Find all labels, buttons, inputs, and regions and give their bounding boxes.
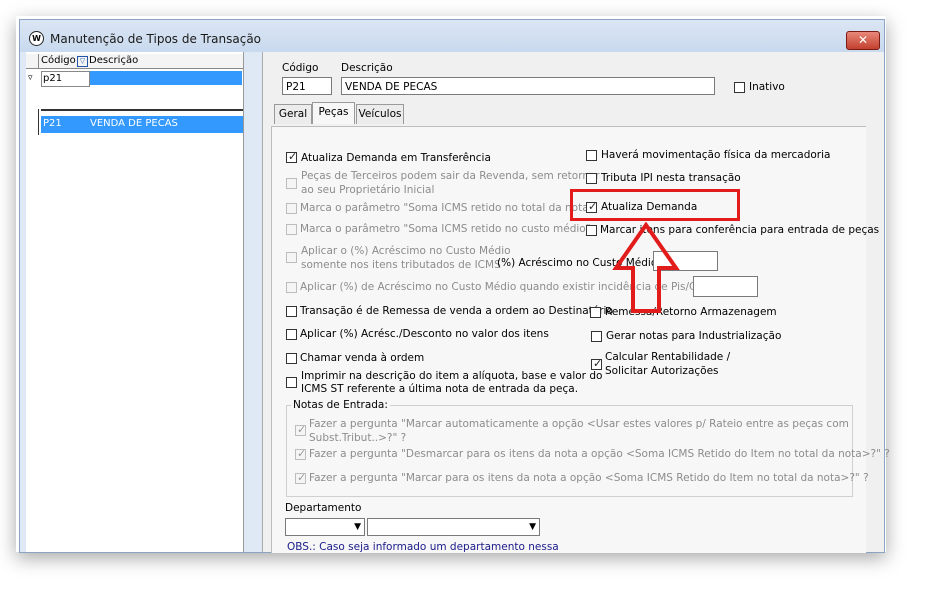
filter-codigo-input[interactable]: p21 [41, 71, 90, 87]
filter-descricao-input[interactable] [90, 71, 242, 85]
row-descricao: VENDA DE PECAS [90, 118, 178, 129]
movimentacao-label: Haverá movimentação física da mercadoria [601, 149, 831, 161]
aplicar-acresc-label-2: somente nos itens tributados de ICMS [301, 259, 501, 271]
calcular-label-2: Solicitar Autorizações [605, 365, 719, 377]
codigo-label: Código [282, 62, 319, 74]
nota-1-checkbox[interactable]: ✓ [295, 423, 306, 436]
aplicar-acresc-checkbox[interactable] [286, 252, 297, 263]
codigo-field[interactable]: P21 [282, 77, 332, 95]
chevron-down-icon: ▼ [529, 522, 536, 532]
arrow-up-icon [612, 222, 680, 313]
movimentacao-checkbox[interactable] [586, 150, 597, 161]
aplicar-pis-input[interactable] [693, 276, 758, 297]
filter-row: ▿ p21 [26, 70, 243, 87]
window-title: Manutenção de Tipos de Transação [50, 32, 262, 46]
title-bar[interactable]: W Manutenção de Tipos de Transação ✕ [20, 20, 884, 52]
inativo-checkbox[interactable] [734, 82, 745, 93]
gerar-notas-label: Gerar notas para Industrialização [606, 330, 782, 342]
departamento-label: Departamento [285, 502, 362, 514]
pecas-terceiros-checkbox[interactable] [286, 178, 297, 189]
marca-soma-custo-label: Marca o parâmetro "Soma ICMS retido no c… [300, 223, 594, 235]
atualiza-transf-label: Atualiza Demanda em Transferência [301, 152, 491, 164]
inativo-label: Inativo [749, 81, 785, 93]
calcular-checkbox[interactable]: ✓ [591, 357, 602, 370]
imprimir-label-2: ICMS ST referente a última nota de entra… [301, 383, 579, 395]
pecas-terceiros-label-1: Peças de Terceiros podem sair da Revenda… [301, 170, 600, 182]
pecas-terceiros-label-2: ao seu Proprietário Inicial [301, 184, 435, 196]
marcar-conferencia-checkbox[interactable] [586, 225, 597, 236]
row-indicator [28, 109, 39, 135]
departamento-obs: OBS.: Caso seja informado um departament… [287, 541, 559, 553]
remessa-armazenagem-checkbox[interactable] [590, 307, 601, 318]
table-row[interactable]: P21 VENDA DE PECAS [41, 116, 243, 133]
descricao-field[interactable]: VENDA DE PECAS [341, 77, 715, 95]
nota-2-checkbox[interactable]: ✓ [295, 447, 306, 460]
row-indicator-header [28, 54, 39, 68]
col-header-descricao[interactable]: Descrição [89, 54, 138, 68]
transaction-list: Código ▽ Descrição ▿ p21 P21 VENDA DE PE… [26, 52, 244, 552]
imprimir-label-1: Imprimir na descrição do item a alíquota… [301, 370, 603, 382]
marca-soma-total-checkbox[interactable] [286, 203, 297, 214]
remessa-ordem-checkbox[interactable] [286, 306, 297, 317]
notas-entrada-title: Notas de Entrada: [291, 399, 390, 411]
chamar-venda-checkbox[interactable] [286, 353, 297, 364]
tab-pecas[interactable]: Peças [312, 102, 355, 124]
marca-soma-total-label: Marca o parâmetro "Soma ICMS retido no t… [300, 202, 594, 214]
app-logo-icon: W [29, 31, 44, 46]
close-button[interactable]: ✕ [846, 31, 880, 50]
row-codigo: P21 [43, 118, 62, 129]
list-header: Código ▽ Descrição [26, 54, 243, 69]
nota-2-label: Fazer a pergunta "Desmarcar para os iten… [309, 448, 890, 460]
aplicar-pis-checkbox[interactable] [286, 282, 297, 293]
tributa-ipi-checkbox[interactable] [586, 173, 597, 184]
remessa-ordem-label: Transação é de Remessa de venda a ordem … [300, 305, 613, 317]
marca-soma-custo-checkbox[interactable] [286, 224, 297, 235]
nota-3-label: Fazer a pergunta "Marcar para os itens d… [309, 472, 869, 484]
atualiza-transf-checkbox[interactable]: ✓ [286, 150, 297, 163]
tab-veiculos[interactable]: Veículos [356, 104, 404, 124]
departamento-code-select[interactable]: ▼ [285, 518, 365, 536]
aplicar-desconto-label: Aplicar (%) Acrésc./Desconto no valor do… [300, 328, 549, 340]
filter-icon[interactable]: ▽ [77, 56, 88, 67]
nota-1-label-1: Fazer a pergunta "Marcar automaticamente… [309, 418, 849, 430]
filter-separator [41, 109, 243, 111]
col-header-codigo[interactable]: Código [41, 54, 76, 68]
calcular-label-1: Calcular Rentabilidade / [605, 351, 731, 363]
nota-3-checkbox[interactable]: ✓ [295, 471, 306, 484]
nota-1-label-2: Subst.Tribut..>?" ? [309, 432, 407, 444]
descricao-label: Descrição [341, 62, 393, 74]
tab-geral[interactable]: Geral [274, 104, 312, 124]
aplicar-desconto-checkbox[interactable] [286, 329, 297, 340]
filter-row-icon: ▿ [28, 73, 33, 83]
departamento-desc-select[interactable]: ▼ [367, 518, 540, 536]
aplicar-acresc-label-1: Aplicar o (%) Acréscimo no Custo Médio [301, 245, 511, 257]
imprimir-checkbox[interactable] [286, 377, 297, 388]
chevron-down-icon: ▼ [354, 522, 361, 532]
highlight-box [570, 189, 740, 221]
tributa-ipi-label: Tributa IPI nesta transação [601, 172, 741, 184]
gerar-notas-checkbox[interactable] [591, 331, 602, 342]
chamar-venda-label: Chamar venda à ordem [300, 352, 425, 364]
